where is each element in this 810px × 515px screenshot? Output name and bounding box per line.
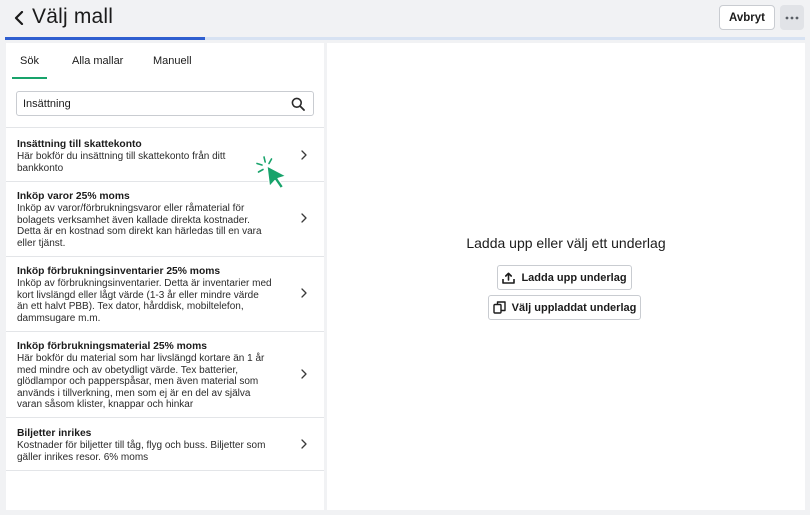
template-title: Inköp förbrukningsmaterial 25% moms bbox=[17, 341, 207, 352]
template-desc-line: Detta är en kostnad som direkt kan härle… bbox=[17, 226, 262, 237]
tab-manual[interactable]: Manuell bbox=[153, 55, 192, 79]
template-desc-line: varan såsom klister, knappar och hinkar bbox=[17, 399, 194, 410]
chevron-right-icon bbox=[301, 369, 307, 379]
upload-icon bbox=[502, 272, 516, 284]
chevron-right-icon bbox=[301, 288, 307, 298]
upload-heading: Ladda upp eller välj ett underlag bbox=[466, 235, 666, 251]
template-title: Inköp varor 25% moms bbox=[17, 191, 130, 202]
list-item[interactable]: Inköp förbrukningsinventarier 25% moms I… bbox=[6, 257, 324, 332]
list-item[interactable]: Biljetter inrikes Kostnader för biljette… bbox=[6, 418, 324, 471]
list-item[interactable]: Inköp förbrukningsmaterial 25% moms Här … bbox=[6, 332, 324, 418]
template-desc-line: eller tjänst. bbox=[17, 237, 66, 249]
page-title: Välj mall bbox=[32, 5, 114, 28]
template-desc-line: Här bokför du insättning till skattekont… bbox=[17, 151, 226, 162]
chevron-right-icon bbox=[301, 150, 307, 160]
template-desc-line: Inköp av förbrukningsinventarier. Detta … bbox=[17, 278, 272, 289]
template-panel: Sök Alla mallar Manuell Insättning till … bbox=[6, 43, 324, 510]
tab-all-templates[interactable]: Alla mallar bbox=[72, 55, 123, 79]
tab-bar: Sök Alla mallar Manuell bbox=[6, 55, 324, 79]
template-desc-line: Här bokför du material som har livslängd… bbox=[17, 353, 265, 364]
ellipsis-icon bbox=[785, 16, 799, 19]
progress-bar bbox=[5, 37, 805, 40]
template-desc-line: bolagets verksamhet även kallade direkta… bbox=[17, 214, 250, 226]
template-desc-line: gäller inrikes resor. 6% moms bbox=[17, 451, 149, 463]
template-title: Insättning till skattekonto bbox=[17, 139, 142, 150]
template-title: Biljetter inrikes bbox=[17, 428, 92, 439]
template-desc-line: Kostnader för biljetter till tåg, flyg o… bbox=[17, 440, 266, 451]
template-desc-line: med mindre och av obetydligt värde. Tex … bbox=[17, 364, 239, 376]
template-title: Inköp förbrukningsinventarier 25% moms bbox=[17, 266, 221, 277]
chevron-right-icon bbox=[301, 213, 307, 223]
chevron-left-icon bbox=[14, 11, 24, 25]
choose-uploaded-button[interactable]: Välj uppladdat underlag bbox=[488, 295, 641, 320]
template-desc-line: kort livslängd eller lågt värde (1-3 år … bbox=[17, 289, 259, 301]
search-box bbox=[16, 91, 314, 116]
chevron-right-icon bbox=[301, 439, 307, 449]
template-desc-line: än ett halvt PBB). Tex dator, hårddisk, … bbox=[17, 301, 244, 312]
click-cursor bbox=[256, 156, 290, 190]
template-desc-line: bankkonto bbox=[17, 162, 64, 174]
progress-fill bbox=[5, 37, 205, 40]
search-input[interactable] bbox=[23, 95, 283, 113]
tab-search[interactable]: Sök bbox=[12, 55, 47, 79]
top-bar: Välj mall Avbryt bbox=[0, 0, 810, 38]
cancel-button[interactable]: Avbryt bbox=[719, 5, 775, 30]
more-options-button[interactable] bbox=[780, 5, 804, 30]
back-button[interactable] bbox=[10, 6, 28, 30]
upload-attachment-label: Ladda upp underlag bbox=[521, 271, 627, 284]
template-desc-line: dammsugare m.m. bbox=[17, 312, 101, 324]
template-desc-line: glödlampor och papperspåsar, men även ma… bbox=[17, 376, 259, 387]
list-item[interactable]: Inköp varor 25% moms Inköp av varor/förb… bbox=[6, 182, 324, 257]
attachment-panel: Ladda upp eller välj ett underlag Ladda … bbox=[327, 43, 805, 510]
copy-documents-icon bbox=[492, 301, 506, 314]
template-desc-line: används i tillverkning, men som ej är en… bbox=[17, 387, 251, 399]
template-desc-line: Inköp av varor/förbrukningsvaror eller r… bbox=[17, 203, 245, 214]
upload-attachment-button[interactable]: Ladda upp underlag bbox=[497, 265, 632, 290]
search-icon[interactable] bbox=[291, 97, 305, 111]
choose-uploaded-label: Välj uppladdat underlag bbox=[511, 301, 637, 314]
pointer-cursor-icon bbox=[256, 156, 287, 190]
